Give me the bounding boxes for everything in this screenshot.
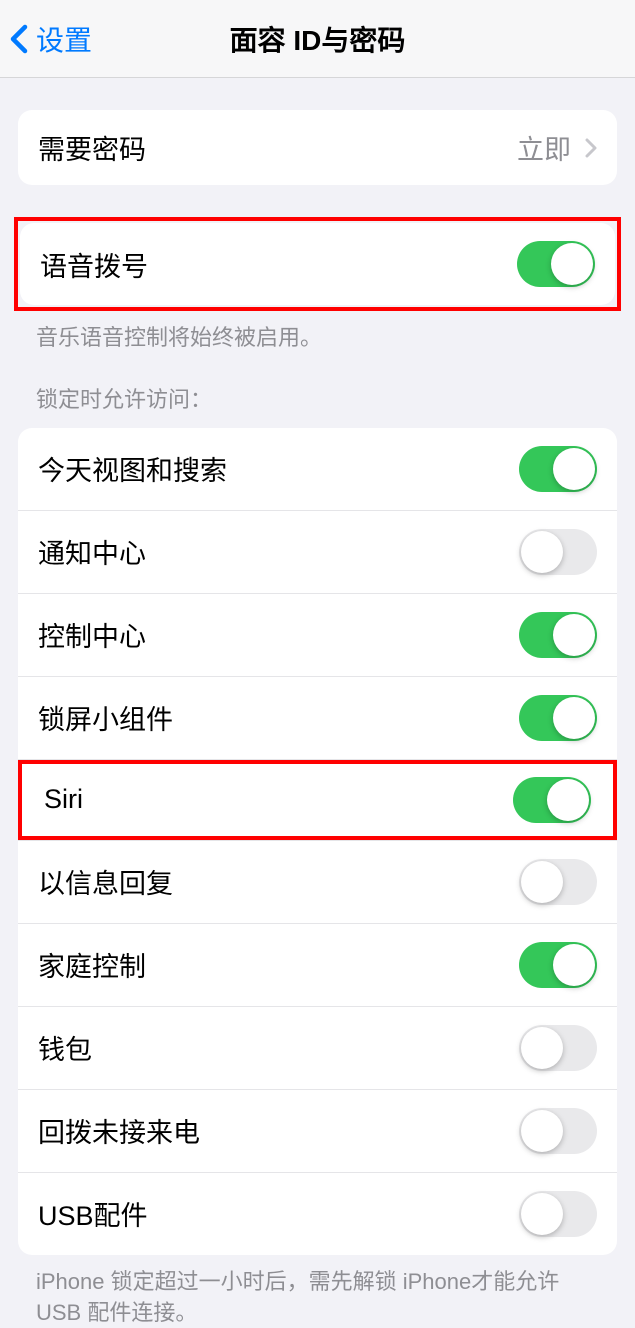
return-missed-calls-toggle[interactable]	[519, 1108, 597, 1154]
lock-widgets-toggle[interactable]	[519, 695, 597, 741]
require-passcode-value: 立即	[517, 128, 597, 167]
return-missed-calls-row[interactable]: 回拨未接来电	[18, 1090, 617, 1173]
require-passcode-row[interactable]: 需要密码 立即	[18, 110, 617, 185]
page-title: 面容 ID与密码	[230, 19, 406, 59]
voice-dial-footer: 音乐语音控制将始终被启用。	[0, 311, 635, 354]
siri-toggle[interactable]	[513, 777, 591, 823]
reply-message-toggle[interactable]	[519, 859, 597, 905]
lock-access-header: 锁定时允许访问：	[0, 354, 635, 422]
lock-access-group: 今天视图和搜索 通知中心 控制中心 锁屏小组件 Siri 以信息回复	[18, 428, 617, 1255]
home-control-toggle[interactable]	[519, 942, 597, 988]
reply-message-row[interactable]: 以信息回复	[18, 841, 617, 924]
notification-center-toggle[interactable]	[519, 529, 597, 575]
home-control-row[interactable]: 家庭控制	[18, 924, 617, 1007]
notification-center-row[interactable]: 通知中心	[18, 511, 617, 594]
usb-accessories-toggle[interactable]	[519, 1191, 597, 1237]
content: 需要密码 立即 语音拨号 音乐语音控制将始终被启用。 锁定时允许访问：	[0, 110, 635, 1328]
usb-accessories-label: USB配件	[38, 1194, 148, 1233]
siri-row[interactable]: Siri	[24, 766, 611, 834]
control-center-toggle[interactable]	[519, 612, 597, 658]
toggle-knob	[551, 243, 593, 285]
back-button[interactable]: 设置	[0, 19, 92, 59]
usb-accessories-row[interactable]: USB配件	[18, 1173, 617, 1255]
today-view-label: 今天视图和搜索	[38, 449, 227, 488]
usb-footer: iPhone 锁定超过一小时后，需先解锁 iPhone才能允许USB 配件连接。	[0, 1255, 635, 1328]
control-center-label: 控制中心	[38, 615, 146, 654]
siri-label: Siri	[44, 784, 83, 815]
chevron-right-icon	[585, 138, 597, 158]
reply-message-label: 以信息回复	[38, 862, 173, 901]
nav-header: 设置 面容 ID与密码	[0, 0, 635, 78]
notification-center-label: 通知中心	[38, 532, 146, 571]
lock-widgets-label: 锁屏小组件	[38, 698, 173, 737]
wallet-label: 钱包	[38, 1028, 92, 1067]
highlight-box-siri: Siri	[18, 760, 617, 840]
return-missed-calls-label: 回拨未接来电	[38, 1111, 200, 1150]
home-control-label: 家庭控制	[38, 945, 146, 984]
wallet-toggle[interactable]	[519, 1025, 597, 1071]
control-center-row[interactable]: 控制中心	[18, 594, 617, 677]
today-view-toggle[interactable]	[519, 446, 597, 492]
chevron-left-icon	[10, 24, 28, 54]
siri-row-wrapper: Siri	[18, 760, 617, 841]
highlight-box-voice-dial: 语音拨号	[14, 217, 621, 311]
back-label: 设置	[36, 19, 92, 59]
require-passcode-label: 需要密码	[38, 128, 146, 167]
voice-dial-toggle[interactable]	[517, 241, 595, 287]
voice-dial-row[interactable]: 语音拨号	[20, 223, 615, 305]
today-view-row[interactable]: 今天视图和搜索	[18, 428, 617, 511]
passcode-group: 需要密码 立即	[18, 110, 617, 185]
lock-widgets-row[interactable]: 锁屏小组件	[18, 677, 617, 760]
wallet-row[interactable]: 钱包	[18, 1007, 617, 1090]
voice-dial-label: 语音拨号	[40, 245, 148, 284]
voice-dial-highlight: 语音拨号	[0, 217, 635, 311]
